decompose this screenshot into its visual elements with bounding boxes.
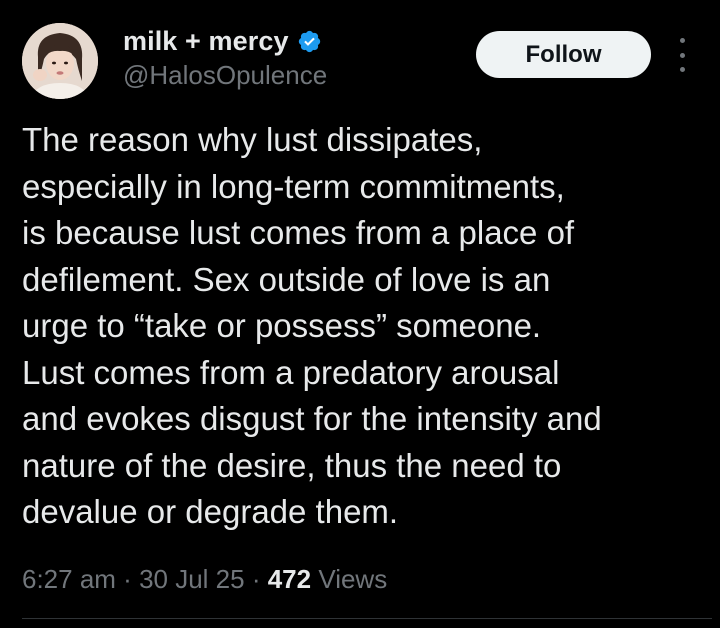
follow-button[interactable]: Follow (476, 31, 651, 78)
tweet-date[interactable]: 30 Jul 25 (139, 564, 245, 595)
profile-photo-icon (22, 23, 98, 99)
tweet-text: The reason why lust dissipates, especial… (22, 117, 712, 536)
avatar[interactable] (22, 23, 98, 99)
divider (22, 618, 712, 619)
tweet-text-line: is because lust comes from a place of (22, 214, 575, 251)
meta-separator: · (244, 563, 268, 594)
tweet-text-line: Lust comes from a predatory arousal (22, 353, 560, 391)
more-dot (679, 67, 685, 72)
verified-badge-icon[interactable] (297, 29, 322, 54)
tweet-meta: 6:27 am · 30 Jul 25 · 472 Views (22, 560, 387, 598)
views-count[interactable]: 472 (268, 564, 311, 595)
author-name-row: milk + mercy (123, 24, 322, 58)
tweet-text-line: defilement. Sex outside of love is an (22, 260, 551, 298)
display-name[interactable]: milk + mercy (123, 26, 289, 57)
more-dot (679, 52, 685, 58)
tweet-text-line: urge to “take or possess” someone. (22, 307, 542, 344)
tweet-text-line: The reason why lust dissipates, (22, 121, 483, 158)
meta-separator: · (115, 563, 140, 594)
tweet-text-line: devalue or degrade them. (22, 493, 399, 530)
author-handle[interactable]: @HalosOpulence (123, 60, 327, 91)
views-label[interactable]: Views (311, 564, 387, 595)
tweet-header: milk + mercy @HalosOpulence Follow (0, 0, 720, 110)
more-dot (679, 38, 685, 43)
more-vertical-icon[interactable] (672, 38, 692, 72)
tweet-text-line: especially in long-term commitments, (22, 167, 565, 205)
tweet-time[interactable]: 6:27 am (22, 564, 116, 595)
tweet-text-line: and evokes disgust for the intensity and (22, 400, 602, 437)
tweet-text-line: nature of the desire, thus the need to (22, 446, 562, 484)
